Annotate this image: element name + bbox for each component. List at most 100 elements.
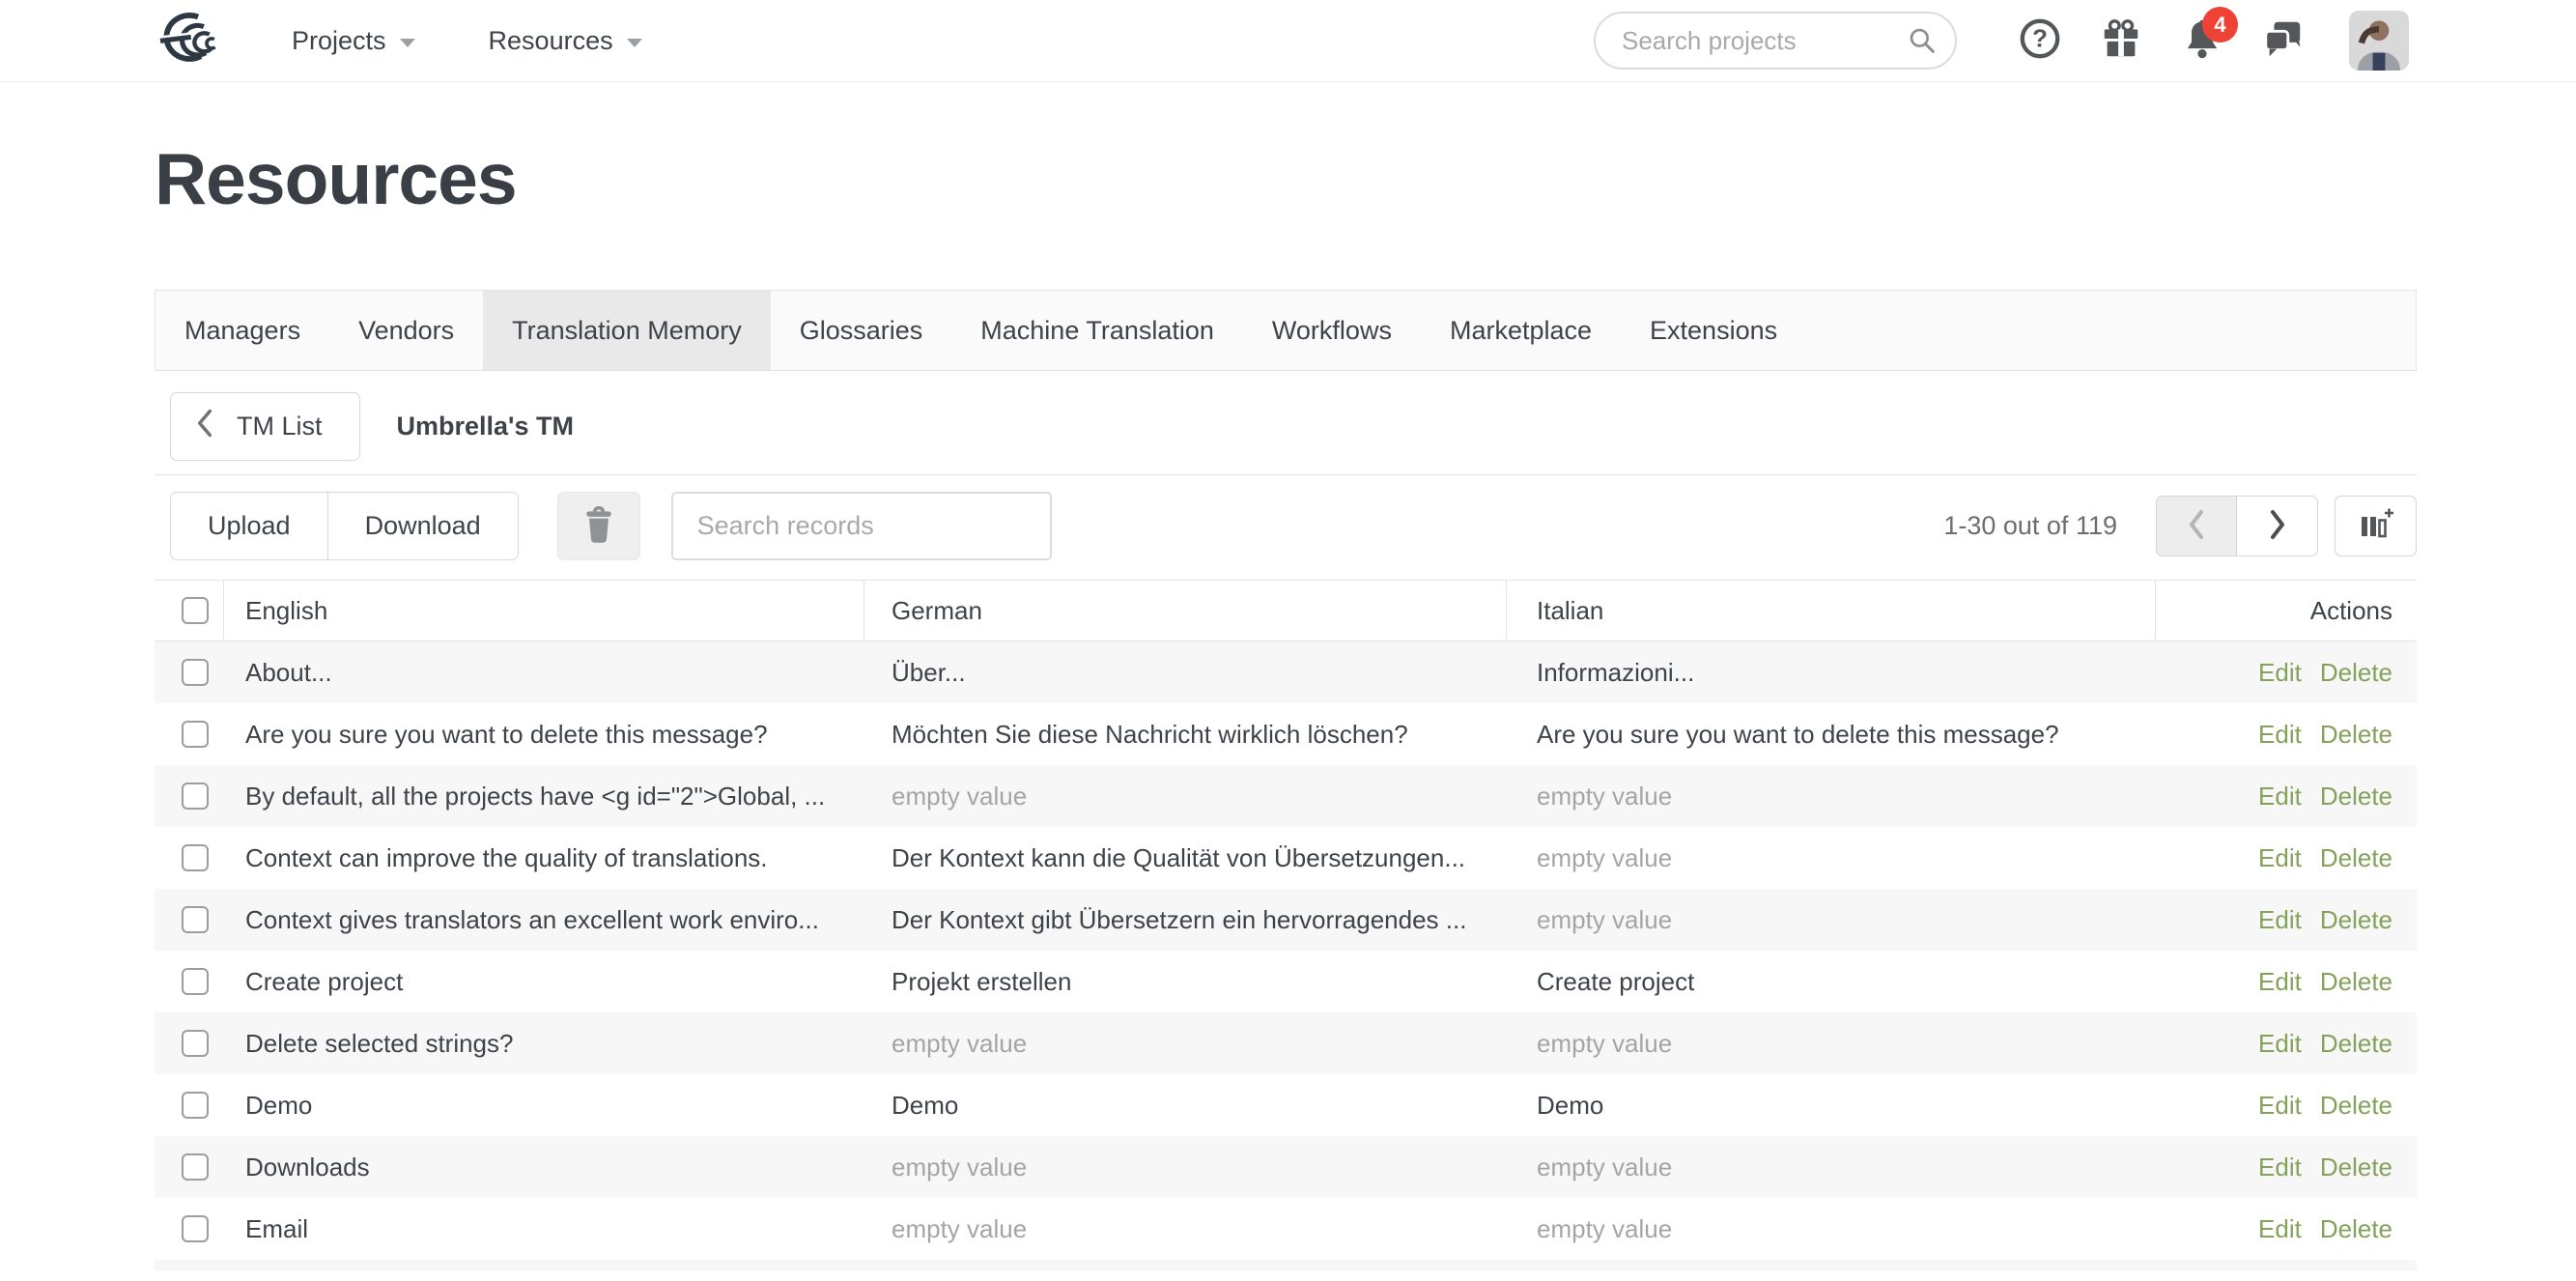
chevron-left-icon <box>196 409 213 444</box>
columns-icon <box>2356 504 2396 548</box>
cell-italian: Informazioni... <box>1507 641 2156 703</box>
cell-italian: empty value <box>1507 1136 2156 1198</box>
edit-link[interactable]: Edit <box>2258 720 2302 750</box>
cell-english: Downloads <box>224 1136 864 1198</box>
tab-glossaries[interactable]: Glossaries <box>771 291 952 370</box>
cell-german: Der Kontext kann die Qualität von Überse… <box>864 827 1507 889</box>
manage-columns-button[interactable] <box>2335 496 2417 556</box>
cell-german: Möchten Sie diese Nachricht wirklich lös… <box>864 703 1507 765</box>
tab-vendors[interactable]: Vendors <box>329 291 483 370</box>
svg-text:?: ? <box>2032 25 2048 52</box>
cell-english: Context gives translators an excellent w… <box>224 889 864 951</box>
row-checkbox[interactable] <box>182 1092 209 1119</box>
chevron-right-icon <box>2268 508 2287 544</box>
trash-icon <box>581 505 616 547</box>
edit-link[interactable]: Edit <box>2258 967 2302 997</box>
delete-link[interactable]: Delete <box>2320 843 2392 873</box>
tm-list-back-button[interactable]: TM List <box>170 392 360 461</box>
tab-machine-translation[interactable]: Machine Translation <box>951 291 1243 370</box>
cell-german: Über... <box>864 641 1507 703</box>
cell-italian: Create project <box>1507 951 2156 1012</box>
select-all-checkbox[interactable] <box>182 597 209 624</box>
next-page-button[interactable] <box>2237 497 2317 555</box>
tab-translation-memory[interactable]: Translation Memory <box>483 291 771 370</box>
edit-link[interactable]: Edit <box>2258 843 2302 873</box>
table-row: Context gives translators an excellent w… <box>155 889 2417 951</box>
cell-german: Projekt erstellen <box>864 951 1507 1012</box>
notifications-button[interactable]: 4 <box>2180 18 2224 63</box>
search-icon[interactable] <box>1907 25 1938 61</box>
brand-logo[interactable] <box>155 12 232 70</box>
row-checkbox-cell <box>155 703 224 765</box>
tm-name: Umbrella's TM <box>397 412 574 441</box>
nav-menu-resources[interactable]: Resources <box>489 26 642 56</box>
projects-search <box>1594 12 1957 70</box>
row-checkbox[interactable] <box>182 783 209 810</box>
delete-link[interactable]: Delete <box>2320 1029 2392 1059</box>
page-content: Resources ManagersVendorsTranslation Mem… <box>155 135 2417 1270</box>
delete-selected-button[interactable] <box>557 492 640 560</box>
delete-link[interactable]: Delete <box>2320 782 2392 811</box>
top-navbar: Projects Resources ? <box>0 0 2576 82</box>
row-actions-cell: Edit Delete <box>2156 889 2417 951</box>
table-row: Context can improve the quality of trans… <box>155 827 2417 889</box>
upload-button[interactable]: Upload <box>171 493 327 559</box>
help-button[interactable]: ? <box>2018 18 2062 63</box>
cell-english: Context can improve the quality of trans… <box>224 827 864 889</box>
table-row: Are you sure you want to delete this mes… <box>155 703 2417 765</box>
cell-english: About... <box>224 641 864 703</box>
prev-page-button[interactable] <box>2157 497 2237 555</box>
nav-menu-projects[interactable]: Projects <box>292 26 415 56</box>
edit-link[interactable]: Edit <box>2258 905 2302 935</box>
row-checkbox[interactable] <box>182 968 209 995</box>
records-toolbar: Upload Download 1-30 out of 119 <box>155 492 2417 560</box>
tm-records-table: English German Italian Actions About...Ü… <box>155 580 2417 1270</box>
delete-link[interactable]: Delete <box>2320 1214 2392 1244</box>
delete-link[interactable]: Delete <box>2320 905 2392 935</box>
tab-workflows[interactable]: Workflows <box>1243 291 1421 370</box>
chat-icon <box>2261 16 2306 66</box>
edit-link[interactable]: Edit <box>2258 658 2302 688</box>
edit-link[interactable]: Edit <box>2258 1029 2302 1059</box>
edit-link[interactable]: Edit <box>2258 1091 2302 1121</box>
tab-marketplace[interactable]: Marketplace <box>1421 291 1621 370</box>
delete-link[interactable]: Delete <box>2320 1091 2392 1121</box>
row-checkbox[interactable] <box>182 721 209 748</box>
delete-link[interactable]: Delete <box>2320 720 2392 750</box>
row-checkbox[interactable] <box>182 1215 209 1242</box>
delete-link[interactable]: Delete <box>2320 1153 2392 1182</box>
row-checkbox-cell <box>155 827 224 889</box>
table-row: DemoDemoDemoEditDelete <box>155 1074 2417 1136</box>
download-button[interactable]: Download <box>327 493 518 559</box>
row-checkbox-cell <box>155 889 224 951</box>
messages-button[interactable] <box>2261 18 2306 63</box>
chevron-left-icon <box>2187 508 2206 544</box>
cell-english: Demo <box>224 1074 864 1136</box>
pagination <box>2156 496 2318 556</box>
row-checkbox[interactable] <box>182 1153 209 1181</box>
tab-managers[interactable]: Managers <box>156 291 329 370</box>
search-records-input[interactable] <box>671 492 1052 560</box>
pagination-range: 1-30 out of 119 <box>1943 511 2117 541</box>
row-checkbox[interactable] <box>182 906 209 933</box>
row-checkbox[interactable] <box>182 844 209 871</box>
cell-italian: empty value <box>1507 889 2156 951</box>
edit-link[interactable]: Edit <box>2258 782 2302 811</box>
cell-german: empty value <box>864 1012 1507 1074</box>
table-row: By default, all the projects have <g id=… <box>155 765 2417 827</box>
user-avatar[interactable] <box>2349 11 2409 71</box>
gift-button[interactable] <box>2099 18 2143 63</box>
row-checkbox-cell <box>155 765 224 827</box>
tab-extensions[interactable]: Extensions <box>1621 291 1806 370</box>
column-header-actions: Actions <box>2156 581 2417 640</box>
column-header-english: English <box>224 581 864 640</box>
search-projects-input[interactable] <box>1594 12 1957 70</box>
cell-german: empty value <box>864 1136 1507 1198</box>
delete-link[interactable]: Delete <box>2320 658 2392 688</box>
row-checkbox[interactable] <box>182 1030 209 1057</box>
row-actions-cell: Edit Delete <box>2156 1136 2417 1198</box>
edit-link[interactable]: Edit <box>2258 1153 2302 1182</box>
row-checkbox[interactable] <box>182 659 209 686</box>
delete-link[interactable]: Delete <box>2320 967 2392 997</box>
edit-link[interactable]: Edit <box>2258 1214 2302 1244</box>
